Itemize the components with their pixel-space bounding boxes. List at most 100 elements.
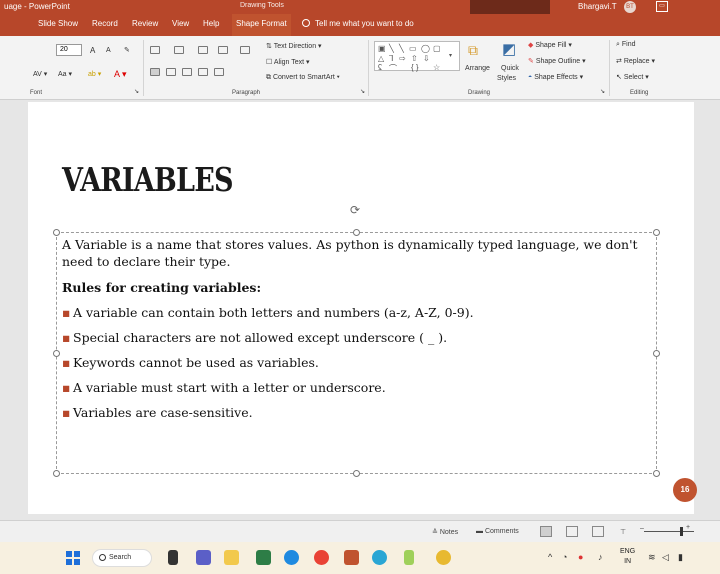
chrome-icon[interactable] [314, 550, 329, 565]
star-shape-icon[interactable]: ☆ [433, 63, 440, 72]
replace-button[interactable]: ⇄ Replace ▾ [616, 57, 655, 65]
increase-font-icon[interactable]: A [90, 46, 95, 55]
shape-outline-button[interactable]: ✎ Shape Outline ▾ [528, 57, 586, 65]
edge-icon[interactable] [284, 550, 299, 565]
app-icon[interactable] [404, 550, 414, 565]
notes-button[interactable]: ≙ Notes [432, 528, 458, 536]
highlight-icon[interactable]: ab ▾ [88, 70, 101, 78]
arrow-up-shape-icon[interactable]: ⇧ [411, 54, 418, 63]
columns-icon[interactable] [214, 68, 224, 76]
arrow-right-shape-icon[interactable]: ⇨ [399, 54, 406, 63]
tab-record[interactable]: Record [92, 19, 118, 28]
resize-handle[interactable] [653, 470, 660, 477]
resize-handle[interactable] [53, 229, 60, 236]
justify-icon[interactable] [198, 68, 208, 76]
task-view-icon[interactable] [168, 550, 178, 565]
line-shape-icon[interactable]: ╲ [399, 44, 404, 53]
tell-me-search[interactable]: Tell me what you want to do [302, 19, 414, 28]
slide-title[interactable]: VARIABLES [62, 160, 234, 199]
line-shape-icon[interactable]: ╲ [389, 44, 394, 53]
app-icon[interactable] [372, 550, 387, 565]
wifi-icon[interactable]: ≋ [648, 552, 656, 563]
curve-shape-icon[interactable]: ⌒ [389, 63, 397, 74]
ribbon-display-options-icon[interactable]: ▭ [656, 1, 668, 12]
comments-button[interactable]: ▬ Comments [476, 528, 519, 535]
resize-handle[interactable] [353, 470, 360, 477]
textbox-shape-icon[interactable]: ▣ [378, 44, 386, 53]
teams-icon[interactable] [196, 550, 211, 565]
gallery-more-icon[interactable]: ▾ [449, 52, 452, 59]
app-icon[interactable] [436, 550, 451, 565]
paragraph-dialog-launcher-icon[interactable]: ↘ [360, 88, 365, 95]
slideshow-view-icon[interactable]: ⊤ [620, 528, 626, 536]
tab-slide-show[interactable]: Slide Show [38, 19, 78, 28]
windows-start-icon[interactable] [66, 551, 80, 565]
resize-handle[interactable] [53, 470, 60, 477]
zoom-in-icon[interactable]: + [686, 524, 690, 531]
quick-styles-button[interactable]: Quick [501, 65, 519, 72]
resize-handle[interactable] [653, 229, 660, 236]
tray-app-icon[interactable]: ● [578, 552, 583, 562]
align-text-button[interactable]: ☐ Align Text ▾ [266, 58, 310, 66]
language-indicator[interactable]: ENG IN [620, 547, 635, 567]
resize-handle[interactable] [353, 229, 360, 236]
rotate-handle-icon[interactable]: ⟳ [350, 203, 360, 217]
numbering-icon[interactable] [174, 46, 184, 54]
bullets-icon[interactable] [150, 46, 160, 54]
tab-view[interactable]: View [172, 19, 189, 28]
connector-shape-icon[interactable]: ⅂ [389, 54, 393, 63]
battery-icon[interactable]: ▮ [678, 552, 683, 563]
quick-styles-icon[interactable]: ◩ [502, 40, 516, 58]
callout-shape-icon[interactable]: ʢ [378, 63, 382, 72]
tab-help[interactable]: Help [203, 19, 219, 28]
font-size-input[interactable]: 20 [56, 44, 82, 56]
font-color-icon[interactable]: A ▾ [114, 69, 127, 80]
arrange-icon[interactable]: ⧉ [468, 42, 478, 59]
drawing-dialog-launcher-icon[interactable]: ↘ [600, 88, 605, 95]
tab-review[interactable]: Review [132, 19, 158, 28]
taskbar-search[interactable]: Search [92, 549, 152, 567]
clear-formatting-icon[interactable]: ✎ [124, 46, 130, 54]
app-icon[interactable] [256, 550, 271, 565]
text-direction-button[interactable]: ⇅ Text Direction ▾ [266, 42, 322, 50]
resize-handle[interactable] [653, 350, 660, 357]
zoom-out-icon[interactable]: – [640, 525, 644, 532]
user-name[interactable]: Bhargavi.T [578, 2, 617, 11]
arrow-down-shape-icon[interactable]: ⇩ [423, 54, 430, 63]
find-button[interactable]: ⌕ Find [616, 41, 636, 49]
oval-shape-icon[interactable]: ◯ [421, 44, 430, 53]
line-spacing-icon[interactable] [240, 46, 250, 54]
align-right-icon[interactable] [182, 68, 192, 76]
zoom-slider-thumb[interactable] [680, 527, 683, 536]
shape-effects-button[interactable]: ◓ Shape Effects ▾ [528, 73, 583, 81]
align-center-icon[interactable] [166, 68, 176, 76]
select-button[interactable]: ↖ Select ▾ [616, 73, 649, 81]
avatar[interactable]: BT [624, 1, 636, 13]
textbox-content[interactable]: A Variable is a name that stores values.… [62, 236, 652, 421]
volume-icon[interactable]: ◁ [662, 552, 669, 563]
rounded-rect-shape-icon[interactable]: ▢ [433, 44, 441, 53]
normal-view-icon[interactable] [540, 526, 552, 537]
slide-number-badge[interactable]: 16 [673, 478, 697, 502]
convert-smartart-button[interactable]: ⧉ Convert to SmartArt ▾ [266, 74, 340, 82]
decrease-font-icon[interactable]: A [106, 47, 111, 54]
shapes-gallery[interactable]: ▣ ╲ ╲ ▭ ◯ ▢ △ ⅂ ⇨ ⇧ ⇩ ʢ ⌒ { } ☆ ▾ [374, 41, 460, 74]
chevron-up-icon[interactable]: ^ [548, 552, 552, 562]
character-spacing-icon[interactable]: AV ▾ [33, 70, 47, 78]
increase-indent-icon[interactable] [218, 46, 228, 54]
change-case-icon[interactable]: Aa ▾ [58, 70, 72, 78]
slide-sorter-icon[interactable] [566, 526, 578, 537]
shape-fill-button[interactable]: ◆ Shape Fill ▾ [528, 41, 572, 49]
arrange-button[interactable]: Arrange [465, 65, 490, 72]
resize-handle[interactable] [53, 350, 60, 357]
microphone-icon[interactable]: ♪ [598, 552, 603, 562]
decrease-indent-icon[interactable] [198, 46, 208, 54]
font-dialog-launcher-icon[interactable]: ↘ [134, 88, 139, 95]
tray-app-icon[interactable]: ◔ [562, 552, 567, 562]
brace-shape-icon[interactable]: { } [411, 63, 419, 72]
tab-shape-format[interactable]: Shape Format [232, 14, 291, 36]
triangle-shape-icon[interactable]: △ [378, 54, 384, 63]
powerpoint-icon[interactable] [344, 550, 359, 565]
file-explorer-icon[interactable] [224, 550, 239, 565]
align-left-icon[interactable] [150, 68, 160, 76]
